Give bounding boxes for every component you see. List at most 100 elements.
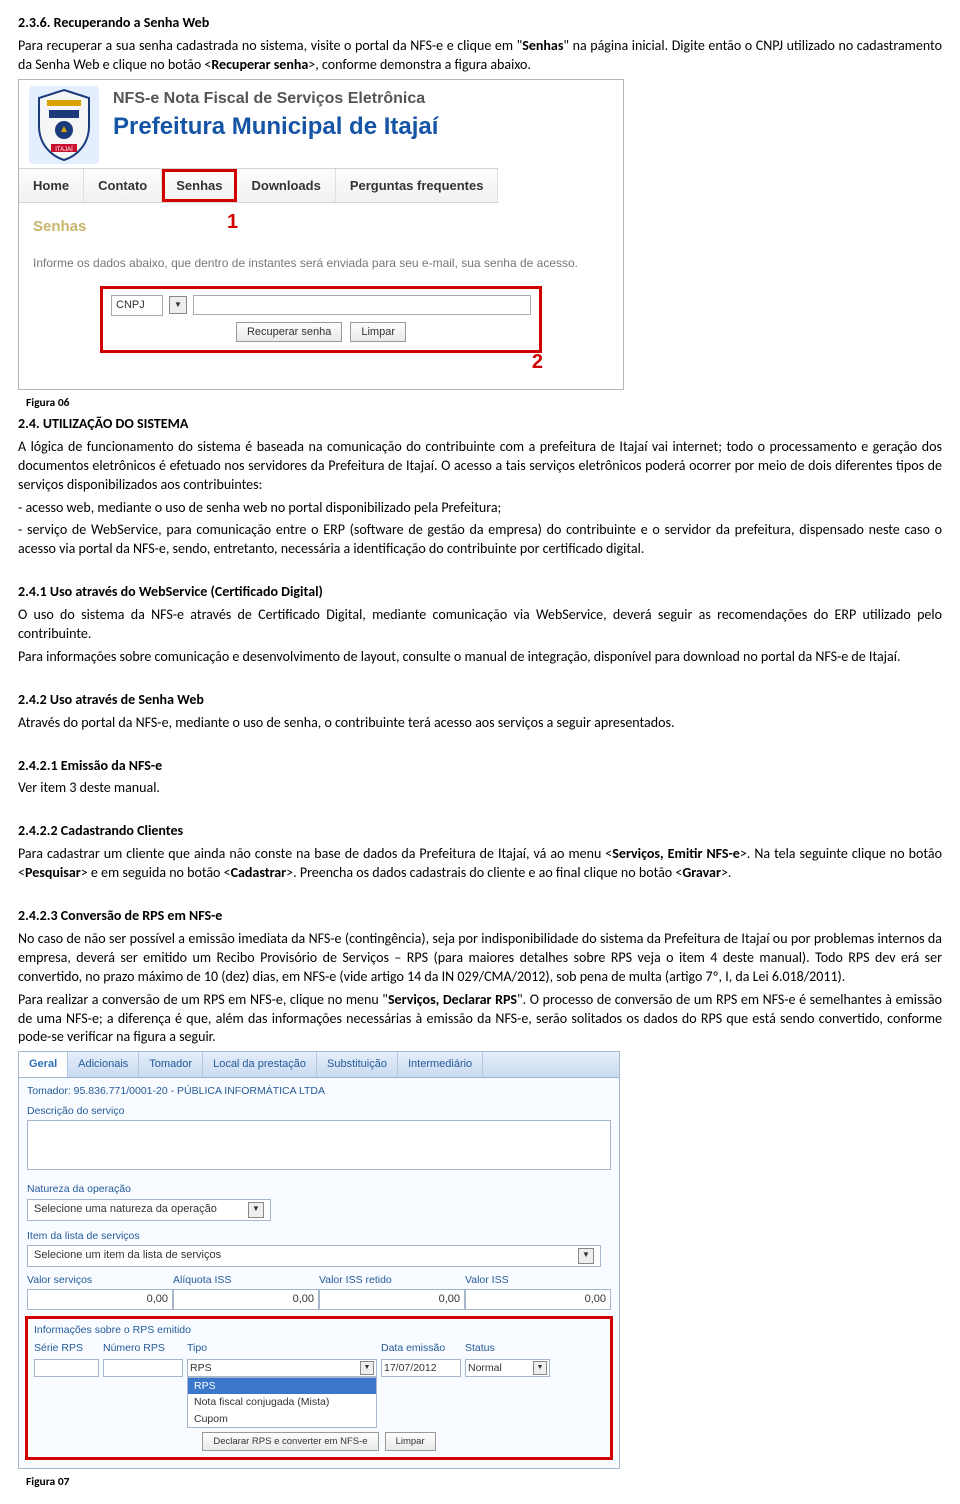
numero-input[interactable] <box>103 1359 183 1377</box>
valor-servicos-input[interactable]: 0,00 <box>27 1289 173 1310</box>
tab-local[interactable]: Local da prestação <box>203 1052 317 1077</box>
t2422a: Para cadastrar um cliente que ainda não … <box>18 845 612 862</box>
tipo-select[interactable]: RPS ▼ <box>187 1359 377 1377</box>
portal-header-text: NFS-e Nota Fiscal de Serviços Eletrônica… <box>113 86 438 164</box>
para-236-recuperar: Recuperar senha <box>211 56 308 73</box>
para-2423-1: No caso de não ser possível a emissão im… <box>18 930 942 987</box>
para-241-1: O uso do sistema da NFS-e através de Cer… <box>18 606 942 644</box>
senhas-info-text: Informe os dados abaixo, que dentro de i… <box>33 255 609 271</box>
t2422b: Serviços, Emitir NFS-e <box>612 845 740 862</box>
heading-242: 2.4.2 Uso através de Senha Web <box>18 691 942 710</box>
col-numero: Número RPS <box>103 1341 183 1355</box>
valor-iss-input[interactable]: 0,00 <box>465 1289 611 1310</box>
iss-retido-label: Valor ISS retido <box>319 1271 465 1289</box>
tab-tomador[interactable]: Tomador <box>139 1052 203 1077</box>
col-status: Status <box>465 1341 550 1355</box>
nav-bar: Home Contato Senhas Downloads Perguntas … <box>19 168 498 204</box>
t2422d: Pesquisar <box>25 864 81 881</box>
heading-236-title: Recuperando a Senha Web <box>54 14 210 31</box>
para-24-b2: - serviço de WebService, para comunicaçã… <box>18 521 942 559</box>
tab-substituicao[interactable]: Substituição <box>317 1052 398 1077</box>
declare-rps-button[interactable]: Declarar RPS e converter em NFS-e <box>202 1432 378 1451</box>
nav-home[interactable]: Home <box>19 169 84 203</box>
chevron-down-icon[interactable]: ▼ <box>169 296 187 314</box>
para-236-1a: Para recuperar a sua senha cadastrada no… <box>18 37 522 54</box>
heading-2423: 2.4.2.3 Conversão de RPS em NFS-e <box>18 907 942 926</box>
natureza-select-text: Selecione uma natureza da operação <box>34 1202 217 1217</box>
nav-downloads[interactable]: Downloads <box>237 169 335 203</box>
nav-perguntas[interactable]: Perguntas frequentes <box>336 169 499 203</box>
step-2-label: 2 <box>532 349 543 376</box>
para-24-body: A lógica de funcionamento do sistema é b… <box>18 438 942 495</box>
clear-button[interactable]: Limpar <box>350 322 406 342</box>
figure-06-label: Figura 06 <box>26 396 942 412</box>
t2422g: >. Preencha os dados cadastrais do clien… <box>286 864 682 881</box>
descricao-textarea[interactable] <box>27 1120 611 1170</box>
descricao-label: Descrição do serviço <box>19 1100 619 1120</box>
col-serie: Série RPS <box>34 1341 99 1355</box>
screenshot-rps-form: Geral Adicionais Tomador Local da presta… <box>18 1051 620 1468</box>
iss-retido-input[interactable]: 0,00 <box>319 1289 465 1310</box>
status-select[interactable]: Normal ▼ <box>465 1359 550 1377</box>
tipo-option-rps[interactable]: RPS <box>188 1378 376 1394</box>
t2423-2a: Para realizar a conversão de um RPS em N… <box>18 991 388 1008</box>
serie-input[interactable] <box>34 1359 99 1377</box>
para-2423-2: Para realizar a conversão de um RPS em N… <box>18 991 942 1048</box>
svg-text:ITAJAÍ: ITAJAÍ <box>55 146 73 153</box>
chevron-down-icon: ▼ <box>248 1202 264 1218</box>
chevron-down-icon: ▼ <box>578 1248 594 1264</box>
t2423-2b: Serviços, Declarar RPS <box>388 991 517 1008</box>
heading-24: 2.4. UTILIZAÇÃO DO SISTEMA <box>18 415 942 434</box>
screenshot-senhas: ITAJAÍ NFS-e Nota Fiscal de Serviços Ele… <box>18 79 624 390</box>
municipal-crest-icon: ITAJAÍ <box>29 86 99 164</box>
tipo-dropdown-list: RPS Nota fiscal conjugada (Mista) Cupom <box>187 1377 377 1428</box>
recover-form: CNPJ ▼ Recuperar senha Limpar 2 <box>100 286 542 353</box>
data-emissao-input[interactable]: 17/07/2012 <box>381 1359 461 1377</box>
t2422h: Gravar <box>682 864 721 881</box>
portal-header: ITAJAÍ NFS-e Nota Fiscal de Serviços Ele… <box>19 80 623 168</box>
nav-contato[interactable]: Contato <box>84 169 162 203</box>
step-1-label: 1 <box>227 209 238 236</box>
col-data: Data emissão <box>381 1341 461 1355</box>
natureza-label: Natureza da operação <box>19 1178 619 1198</box>
t2422e: > e em seguida no botão < <box>81 864 231 881</box>
para-24-b1: - acesso web, mediante o uso de senha we… <box>18 499 942 518</box>
nav-senhas[interactable]: Senhas <box>162 169 237 203</box>
system-name: NFS-e Nota Fiscal de Serviços Eletrônica <box>113 88 438 110</box>
tab-adicionais[interactable]: Adicionais <box>68 1052 139 1077</box>
para-236-senhas: Senhas <box>522 37 563 54</box>
recover-button[interactable]: Recuperar senha <box>236 322 342 342</box>
values-row: Valor serviços 0,00 Alíquota ISS 0,00 Va… <box>19 1271 619 1314</box>
aliquota-input[interactable]: 0,00 <box>173 1289 319 1310</box>
chevron-down-icon: ▼ <box>360 1361 374 1375</box>
para-242-1: Através do portal da NFS-e, mediante o u… <box>18 714 942 733</box>
para-2422-1: Para cadastrar um cliente que ainda não … <box>18 845 942 883</box>
tabs-row: Geral Adicionais Tomador Local da presta… <box>19 1052 619 1078</box>
item-select[interactable]: Selecione um item da lista de serviços ▼ <box>27 1245 601 1267</box>
col-tipo: Tipo <box>187 1341 377 1355</box>
heading-236: 2.3.6. Recuperando a Senha Web <box>18 14 942 33</box>
heading-24-num: 2.4. <box>18 415 43 432</box>
tipo-select-text: RPS <box>190 1361 212 1375</box>
para-236-1: Para recuperar a sua senha cadastrada no… <box>18 37 942 75</box>
tomador-line: Tomador: 95.836.771/0001-20 - PÚBLICA IN… <box>19 1078 619 1100</box>
heading-236-num: 2.3.6. <box>18 14 54 31</box>
clear-rps-button[interactable]: Limpar <box>385 1432 436 1451</box>
item-select-text: Selecione um item da lista de serviços <box>34 1248 221 1263</box>
rps-info-box: Informações sobre o RPS emitido Série RP… <box>25 1316 613 1460</box>
cnpj-input[interactable] <box>193 295 531 315</box>
t2422i: >. <box>721 864 732 881</box>
aliquota-label: Alíquota ISS <box>173 1271 319 1289</box>
figure-07-label: Figura 07 <box>26 1475 942 1491</box>
heading-241: 2.4.1 Uso através do WebService (Certifi… <box>18 583 942 602</box>
prefeitura-name: Prefeitura Municipal de Itajaí <box>113 111 438 143</box>
natureza-select[interactable]: Selecione uma natureza da operação ▼ <box>27 1199 271 1221</box>
tab-intermediario[interactable]: Intermediário <box>398 1052 483 1077</box>
doc-type-select[interactable]: CNPJ <box>111 295 163 316</box>
data-emissao-text: 17/07/2012 <box>384 1361 437 1375</box>
para-241-2: Para informações sobre comunicação e des… <box>18 648 942 667</box>
breadcrumb-senhas: Senhas <box>33 217 86 237</box>
tab-geral[interactable]: Geral <box>19 1052 68 1077</box>
tipo-option-mista[interactable]: Nota fiscal conjugada (Mista) <box>188 1394 376 1410</box>
tipo-option-cupom[interactable]: Cupom <box>188 1411 376 1427</box>
